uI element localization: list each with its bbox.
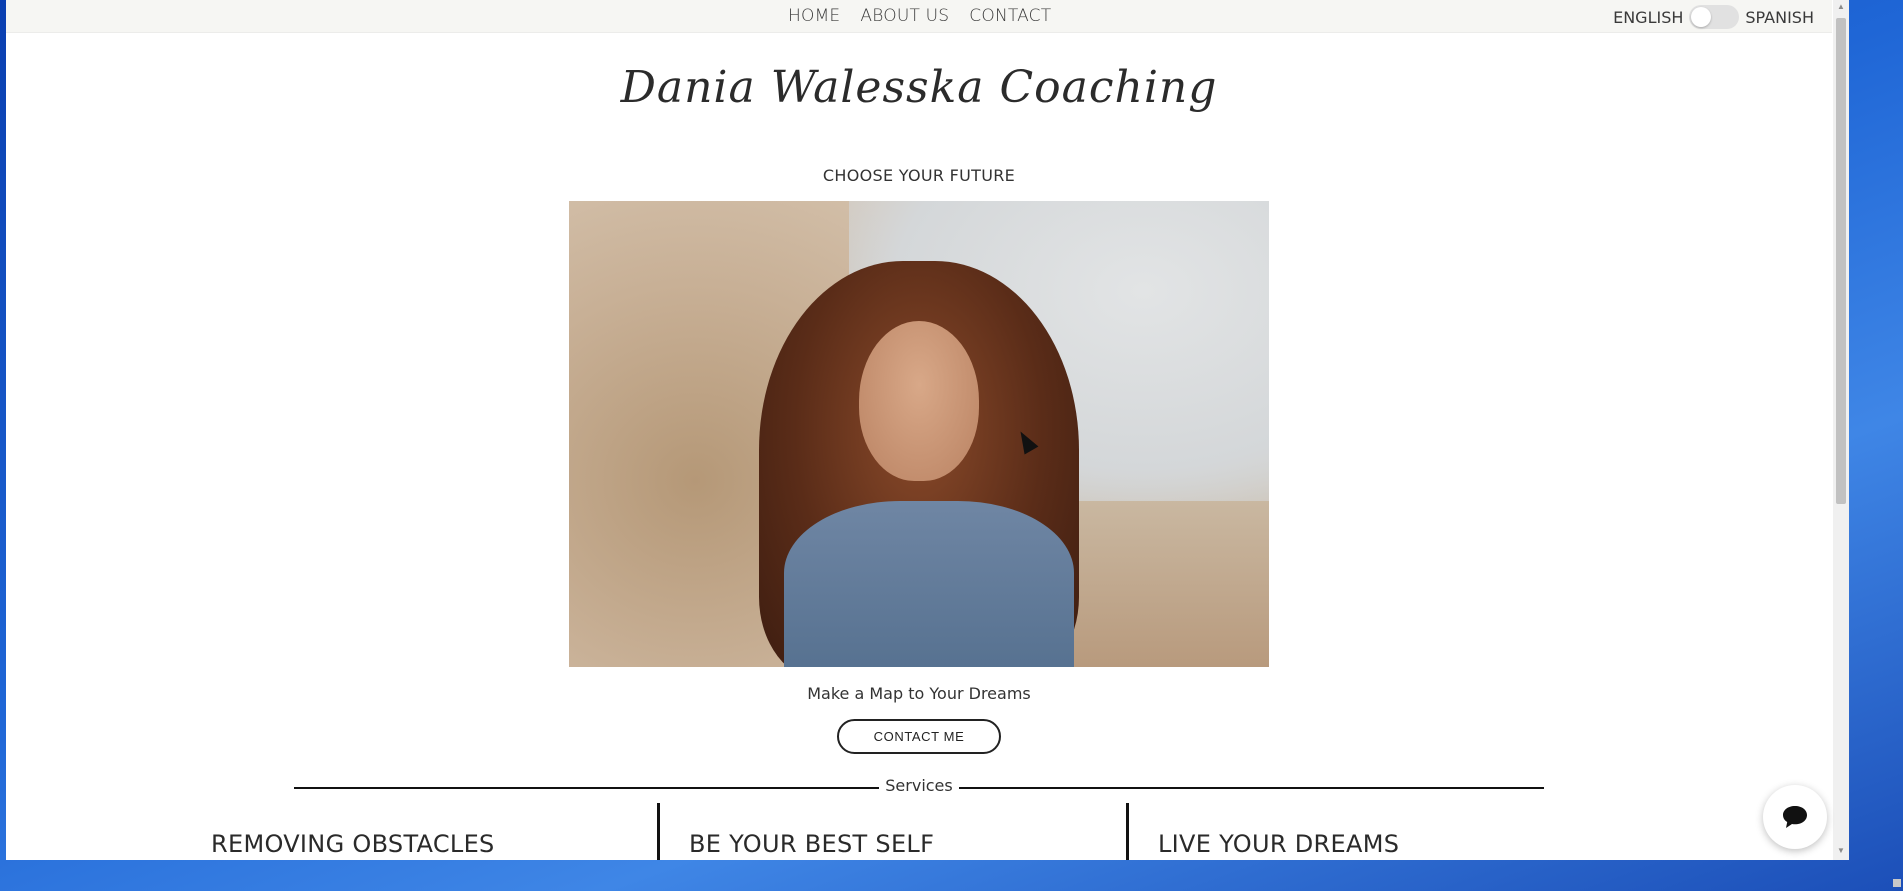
contact-me-button[interactable]: CONTACT ME (837, 719, 1001, 754)
vertical-scrollbar[interactable]: ▲ ▼ (1833, 0, 1849, 860)
nav-contact-link[interactable]: CONTACT (969, 6, 1051, 26)
language-english-label[interactable]: ENGLISH (1613, 8, 1683, 27)
browser-window: HOME ABOUT US CONTACT ENGLISH SPANISH ▲ … (6, 0, 1849, 860)
hero-photo (569, 201, 1269, 667)
toggle-knob (1691, 7, 1712, 27)
service-title-removing-obstacles: REMOVING OBSTACLES (211, 830, 495, 858)
chat-bubble-icon (1783, 806, 1807, 828)
scrollbar-thumb[interactable] (1836, 18, 1846, 504)
language-toggle[interactable] (1689, 5, 1740, 29)
service-title-live-dreams: LIVE YOUR DREAMS (1158, 830, 1400, 858)
site-logo[interactable]: Dania Walesska Coaching (6, 62, 1832, 113)
service-column-separator (1126, 803, 1129, 860)
window-resize-grip[interactable] (1893, 879, 1901, 887)
photo-denim-jacket (784, 501, 1074, 667)
service-column-separator (657, 803, 660, 860)
hero-tagline: CHOOSE YOUR FUTURE (822, 166, 1016, 185)
language-spanish-label[interactable]: SPANISH (1745, 8, 1814, 27)
hero-subline: Make a Map to Your Dreams (807, 684, 1031, 703)
photo-face (859, 321, 979, 481)
nav-home-link[interactable]: HOME (788, 6, 840, 26)
scroll-up-arrow-icon[interactable]: ▲ (1837, 2, 1845, 11)
services-section-label: Services (6, 776, 1832, 795)
top-navigation-bar: HOME ABOUT US CONTACT ENGLISH SPANISH (6, 0, 1832, 33)
language-switch: ENGLISH SPANISH (1613, 5, 1814, 29)
service-title-best-self: BE YOUR BEST SELF (689, 830, 935, 858)
scroll-down-arrow-icon[interactable]: ▼ (1837, 846, 1845, 855)
nav-about-link[interactable]: ABOUT US (860, 6, 949, 26)
services-label-text: Services (879, 776, 959, 795)
chat-widget-button[interactable] (1763, 785, 1827, 849)
main-nav: HOME ABOUT US CONTACT (788, 6, 1051, 26)
